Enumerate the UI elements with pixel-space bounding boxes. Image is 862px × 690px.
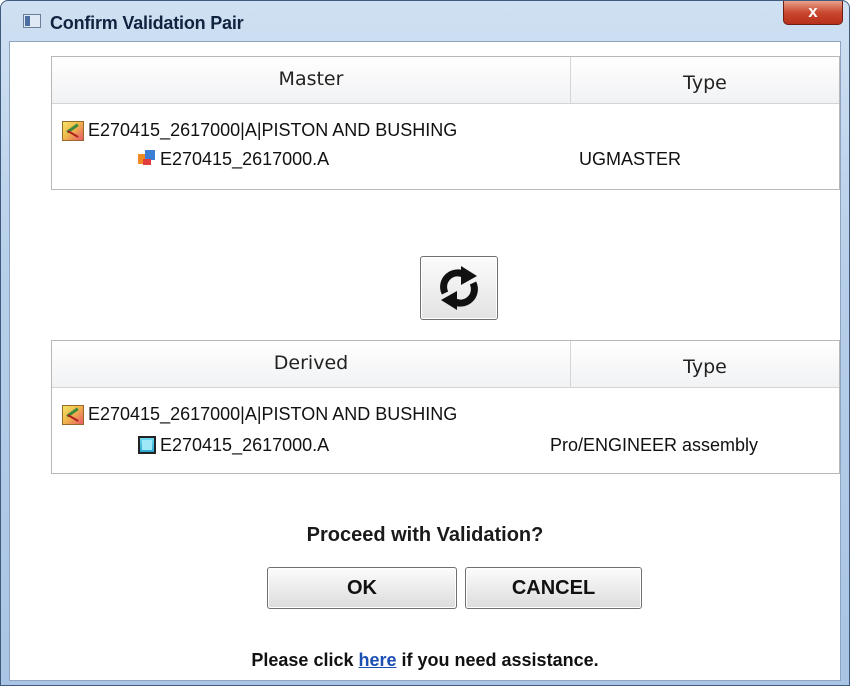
derived-grid-header: Derived Type (52, 341, 839, 388)
item-revision-icon (62, 405, 84, 425)
type-column-header[interactable]: Type (571, 57, 839, 103)
derived-item-label: E270415_2617000|A|PISTON AND BUSHING (88, 404, 458, 424)
swap-button[interactable] (420, 256, 498, 320)
type-column-header[interactable]: Type (571, 341, 839, 387)
dialog-window: Confirm Validation Pair x Master Type E2… (0, 0, 850, 686)
master-grid-header: Master Type (52, 57, 839, 104)
confirm-question: Proceed with Validation? (306, 524, 544, 546)
ok-button[interactable]: OK (267, 567, 457, 609)
help-link[interactable]: here (358, 650, 396, 670)
derived-dataset-label: E270415_2617000.A (160, 435, 330, 455)
master-grid: Master Type E270415_2617000|A|PISTON AND… (51, 56, 840, 190)
dialog-body: Master Type E270415_2617000|A|PISTON AND… (9, 41, 841, 681)
window-title: Confirm Validation Pair (50, 13, 244, 33)
close-button[interactable]: x (783, 1, 843, 25)
master-dataset-type: UGMASTER (579, 149, 682, 169)
derived-grid: Derived Type E270415_2617000|A|PISTON AN… (51, 340, 840, 474)
master-column-header[interactable]: Master (52, 57, 571, 103)
cancel-button[interactable]: CANCEL (465, 567, 642, 609)
assistance-prefix: Please click (251, 650, 359, 670)
proe-assembly-icon (138, 436, 156, 454)
assistance-suffix: if you need assistance. (396, 650, 599, 670)
window-icon (23, 14, 41, 28)
ug-part-icon (138, 150, 156, 166)
derived-column-header[interactable]: Derived (52, 341, 571, 387)
assistance-text: Please click here if you need assistance… (10, 650, 840, 671)
title-bar[interactable]: Confirm Validation Pair x (1, 1, 849, 41)
master-dataset-label: E270415_2617000.A (160, 149, 330, 169)
derived-dataset-type: Pro/ENGINEER assembly (550, 435, 759, 455)
item-revision-icon (62, 121, 84, 141)
swap-arrows-icon (440, 266, 478, 310)
master-item-label: E270415_2617000|A|PISTON AND BUSHING (88, 120, 458, 140)
